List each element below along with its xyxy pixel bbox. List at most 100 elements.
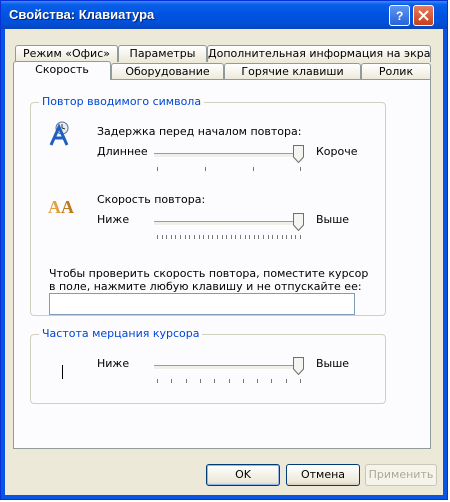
slider-tick [194,235,195,239]
slider-tick [291,235,292,239]
tab-parameters[interactable]: Параметры [118,45,207,62]
tab-label: Режим «Офис» [23,47,110,60]
slider-tick [286,235,287,239]
slider-tick [171,235,172,239]
slider-tick [231,235,232,239]
slider-tick [162,235,163,239]
ok-button[interactable]: OK [206,464,280,486]
slider-tick [271,379,272,383]
tab-label: Дополнительная информация на экране [208,47,431,60]
slider-tick [272,235,273,239]
slider-tick [257,379,258,383]
slider-tick [189,235,190,239]
tab-hotkeys[interactable]: Горячие клавиши [224,63,361,80]
cancel-button[interactable]: Отмена [286,464,360,486]
tab-hardware[interactable]: Оборудование [111,63,224,80]
slider-tick [203,235,204,239]
delay-slider-track[interactable] [154,153,304,158]
slider-tick [243,379,244,383]
rate-slider-track[interactable] [154,221,304,226]
slider-tick [199,235,200,239]
slider-tick [263,235,264,239]
repeat-rate-icon: A A [48,197,74,217]
tab-page-speed: Повтор вводимого символа Задержка перед … [13,79,431,449]
slider-tick [157,235,158,239]
slider-tick [235,235,236,239]
frame-left [1,29,5,499]
slider-tick [180,235,181,239]
cursor-blink-groupbox: Частота мерцания курсора Ниже Выше [30,327,386,404]
slider-tick [249,235,250,239]
rate-left-label: Ниже [97,213,130,226]
close-button[interactable] [413,5,434,26]
slider-tick [240,235,241,239]
delay-left-label: Длиннее [97,145,148,158]
slider-tick [254,235,255,239]
slider-tick [300,379,301,383]
svg-text:?: ? [396,9,403,23]
repeat-test-field[interactable] [49,293,355,315]
slider-tick [186,379,187,383]
blink-right-label: Выше [316,357,350,370]
cursor-blink-group-title: Частота мерцания курсора [39,327,203,340]
tab-wheel[interactable]: Ролик [361,63,431,80]
blink-left-label: Ниже [97,357,130,370]
slider-tick [166,235,167,239]
slider-tick [229,379,230,383]
tab-office-mode[interactable]: Режим «Офис» [15,45,118,62]
help-icon: ? [396,9,403,23]
slider-tick [214,379,215,383]
rate-label: Скорость повтора: [97,193,206,206]
tab-label: Параметры [129,47,196,60]
slider-tick [212,235,213,239]
keyboard-properties-window: Свойства: Клавиатура ? Режим «Офис» Пара… [0,0,448,500]
frame-right [443,29,447,499]
slider-tick [175,235,176,239]
blink-slider-ticks [157,379,301,384]
slider-tick [295,235,296,239]
delay-slider-thumb[interactable] [293,145,304,163]
tab-label: Оборудование [125,65,210,78]
cursor-icon [62,365,63,379]
rate-right-label: Выше [316,213,350,226]
slider-tick [258,235,259,239]
blink-slider-track[interactable] [154,365,304,370]
svg-text:A: A [61,197,74,217]
help-button[interactable]: ? [389,5,410,26]
slider-tick [217,235,218,239]
slider-tick [277,235,278,239]
repeat-group-title: Повтор вводимого символа [39,95,205,108]
slider-tick [286,379,287,383]
delay-label: Задержка перед началом повтора: [97,125,302,138]
frame-bottom [1,495,447,499]
slider-tick [282,235,283,239]
svg-text:A: A [48,197,61,217]
apply-button[interactable]: Применить [365,464,437,486]
slider-tick [222,235,223,239]
tab-label: Скорость [35,63,89,76]
repeat-delay-icon [49,121,69,146]
rate-slider-ticks [157,235,301,240]
slider-tick [245,235,246,239]
tab-speed[interactable]: Скорость [13,61,111,80]
delay-right-label: Короче [316,145,358,158]
slider-tick [226,235,227,239]
delay-slider-ticks [157,167,301,172]
slider-tick [208,235,209,239]
close-icon [418,10,429,21]
title-bar[interactable]: Свойства: Клавиатура ? [1,1,447,29]
tab-label: Ролик [378,65,414,78]
slider-tick [171,379,172,383]
window-title: Свойства: Клавиатура [9,7,155,22]
slider-tick [157,379,158,383]
slider-tick [200,379,201,383]
tab-screen-info[interactable]: Дополнительная информация на экране [207,45,431,62]
test-hint: Чтобы проверить скорость повтора, помест… [49,267,369,293]
blink-slider-thumb[interactable] [293,357,304,375]
tab-label: Горячие клавиши [241,65,344,78]
slider-tick [300,235,301,239]
repeat-groupbox: Повтор вводимого символа Задержка перед … [30,95,386,316]
slider-tick [268,235,269,239]
slider-tick [185,235,186,239]
rate-slider-thumb[interactable] [293,213,304,231]
